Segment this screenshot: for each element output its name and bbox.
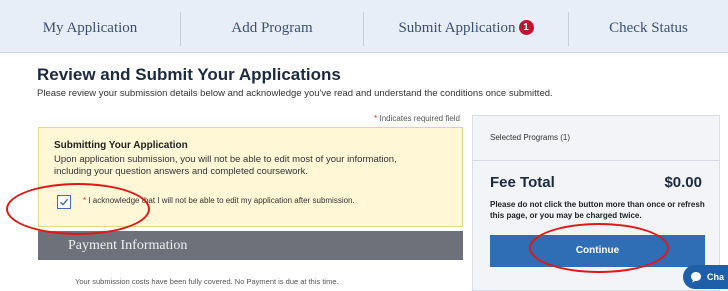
required-star: * [83,196,87,205]
required-field-note: * Indicates required field [300,114,460,123]
fee-total-amount: $0.00 [664,174,702,191]
summary-divider [473,160,719,161]
top-nav: My Application Add Program Submit Applic… [0,0,728,53]
tab-submit-application[interactable]: Submit Application 1 [364,0,568,52]
chat-icon [691,272,701,283]
notice-title: Submitting Your Application [54,140,188,151]
page-subtitle: Please review your submission details be… [37,88,553,99]
chat-label: Cha [707,272,725,282]
tab-submit-badge: 1 [518,20,534,35]
double-charge-warning: Please do not click the button more than… [490,200,705,220]
payment-heading: Payment Information [38,231,463,260]
notice-text: Upon application submission, you will no… [54,154,397,177]
fee-total-label: Fee Total [490,174,555,191]
required-star: * [374,114,378,123]
chat-button[interactable]: Cha [683,265,728,289]
checkmark-icon [60,198,69,206]
tab-add-program[interactable]: Add Program [181,0,363,52]
tab-my-application[interactable]: My Application [0,0,180,52]
selected-programs: Selected Programs (1) [490,133,571,142]
acknowledge-checkbox[interactable] [57,195,71,209]
continue-button[interactable]: Continue [490,235,705,267]
acknowledge-label[interactable]: * I acknowledge that I will not be able … [83,196,355,205]
payment-text: Your submission costs have been fully co… [75,277,339,286]
submission-notice: Submitting Your Application Upon applica… [38,127,463,227]
tab-check-status[interactable]: Check Status [569,0,728,52]
acknowledge-text: I acknowledge that I will not be able to… [88,196,355,205]
page-title: Review and Submit Your Applications [37,65,341,84]
required-note-text: Indicates required field [379,114,461,123]
tab-submit-label: Submit Application [398,20,516,36]
order-summary-panel: Selected Programs (1) Fee Total $0.00 Pl… [472,115,720,291]
